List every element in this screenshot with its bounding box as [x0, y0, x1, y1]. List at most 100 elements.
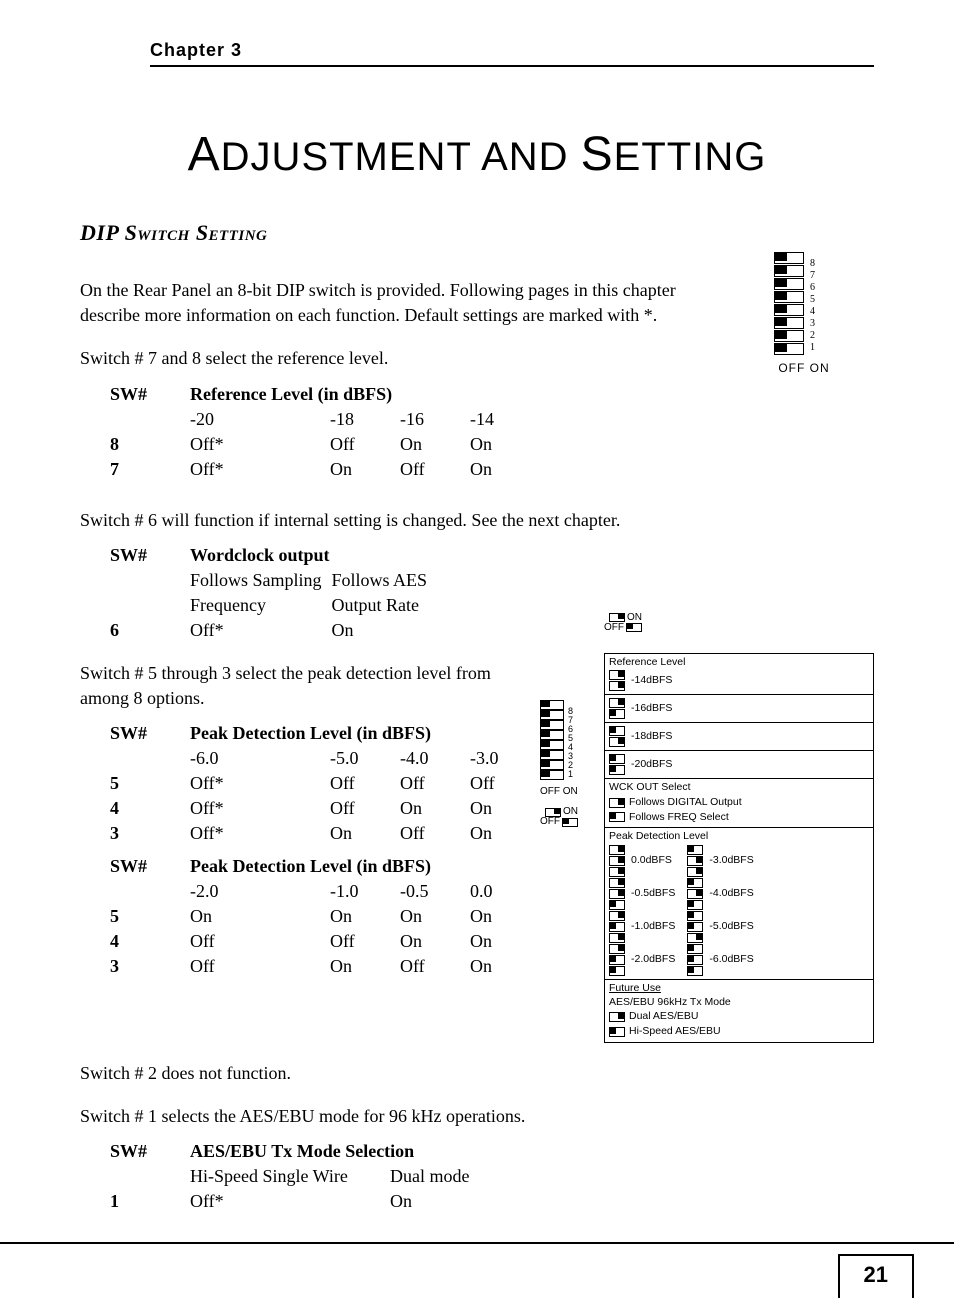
cell: Off* [190, 821, 330, 846]
col: -2.0 [190, 879, 330, 904]
future-use: Future Use [609, 982, 869, 996]
table-reference-level: SW# Reference Level (in dBFS) -20 -18 -1… [110, 382, 540, 482]
pdl-5: -5.0dBFS [709, 920, 753, 934]
table-row: 5 On On On On [110, 904, 540, 929]
col: 0.0 [470, 879, 540, 904]
cell: Off [400, 771, 470, 796]
col-16: -16 [400, 407, 470, 432]
aes-title: AES/EBU 96kHz Tx Mode [609, 996, 869, 1010]
sw1: 1 [110, 1189, 190, 1214]
sw5: 5 [110, 771, 190, 796]
ref-level-title: Reference Level [609, 656, 869, 670]
cell: Off [190, 929, 330, 954]
sw5: 5 [110, 904, 190, 929]
offon-small-label: OFF ON [540, 786, 582, 797]
cell: On [190, 904, 330, 929]
on-label: ON [563, 807, 578, 817]
cell: Off* [190, 796, 330, 821]
sw7: 7 [110, 457, 190, 482]
cell: On [470, 904, 540, 929]
after-table2-text: Switch # 5 through 3 select the peak det… [80, 661, 510, 711]
sw4: 4 [110, 796, 190, 821]
table-peak-detection-a: SW# Peak Detection Level (in dBFS) -6.0 … [110, 721, 540, 846]
wck-digital: Follows DIGITAL Output [629, 796, 742, 810]
th-sw: SW# [110, 721, 190, 746]
title-cap-1: A [188, 128, 221, 181]
cell: Off* [190, 457, 330, 482]
cell: On [330, 904, 400, 929]
on-label: ON [627, 613, 642, 623]
cell: Off [330, 771, 400, 796]
th-sw: SW# [110, 1139, 190, 1164]
page-title: ADJUSTMENT AND SETTING [80, 127, 874, 182]
intro-paragraph-1: On the Rear Panel an 8-bit DIP switch is… [80, 278, 734, 328]
ref-14: -14dBFS [631, 674, 672, 688]
table-row: 3 Off* On Off On [110, 821, 540, 846]
table-peak-detection-b: SW# Peak Detection Level (in dBFS) -2.0 … [110, 854, 540, 979]
title-cap-2: S [581, 128, 614, 181]
cell: On [470, 929, 540, 954]
sw3: 3 [110, 954, 190, 979]
pdl-0: 0.0dBFS [631, 854, 672, 868]
col: -4.0 [400, 746, 470, 771]
cell: Off* [190, 1189, 390, 1214]
pdl-05: -0.5dBFS [631, 887, 675, 901]
after-table3-text-2: Switch # 1 selects the AES/EBU mode for … [80, 1104, 874, 1129]
cell: Off [330, 796, 400, 821]
col-frequency: Frequency [190, 593, 332, 618]
off-label: OFF [604, 623, 624, 633]
dip-switch-diagram: 12345678 [774, 252, 874, 355]
aes-dual: Dual AES/EBU [629, 1010, 698, 1024]
cell: Off [400, 954, 470, 979]
cell: Off* [190, 618, 332, 643]
col-18: -18 [330, 407, 400, 432]
wck-title: WCK OUT Select [609, 781, 869, 795]
col-follows-aes: Follows AES [332, 568, 438, 593]
th-peak: Peak Detection Level (in dBFS) [190, 721, 540, 746]
th-aes: AES/EBU Tx Mode Selection [190, 1139, 479, 1164]
table-row: 1 Off* On [110, 1189, 479, 1214]
cell: On [330, 457, 400, 482]
title-text-1: DJUSTMENT AND [221, 135, 581, 179]
col: -5.0 [330, 746, 400, 771]
table-row: 4 Off Off On On [110, 929, 540, 954]
th-sw: SW# [110, 854, 190, 879]
table-row: 3 Off On Off On [110, 954, 540, 979]
cell: On [470, 954, 540, 979]
reference-legend-box: Reference Level -14dBFS -16dBFS -18dBFS … [604, 653, 874, 1043]
cell: On [390, 1189, 479, 1214]
title-text-2: ETTING [614, 135, 767, 179]
wck-freq: Follows FREQ Select [629, 811, 729, 825]
intro-paragraph-2: Switch # 7 and 8 select the reference le… [80, 346, 734, 371]
section-heading: DIP Switch Setting [80, 220, 874, 246]
sw8: 8 [110, 432, 190, 457]
sw3: 3 [110, 821, 190, 846]
pdl-4: -4.0dBFS [709, 887, 753, 901]
table-aes-mode: SW# AES/EBU Tx Mode Selection Hi-Speed S… [110, 1139, 479, 1214]
table-wordclock: SW# Wordclock output Follows Sampling Fo… [110, 543, 437, 643]
cell: On [400, 904, 470, 929]
th-sw: SW# [110, 382, 190, 407]
sw4: 4 [110, 929, 190, 954]
table-row: 8 Off* Off On On [110, 432, 540, 457]
col-hispeed: Hi-Speed Single Wire [190, 1164, 390, 1189]
pdl-3: -3.0dBFS [709, 854, 753, 868]
col-14: -14 [470, 407, 540, 432]
cell: On [400, 796, 470, 821]
cell: Off* [190, 432, 330, 457]
col-follows-sampling: Follows Sampling [190, 568, 332, 593]
after-table1-text: Switch # 6 will function if internal set… [80, 508, 874, 533]
cell: On [400, 929, 470, 954]
table-row: 5 Off* Off Off Off [110, 771, 540, 796]
table-row: 6 Off* On [110, 618, 437, 643]
th-ref: Reference Level (in dBFS) [190, 382, 540, 407]
col: -3.0 [470, 746, 540, 771]
cell: On [330, 954, 400, 979]
offon-label: OFF ON [734, 361, 874, 375]
cell: On [470, 457, 540, 482]
cell: On [470, 821, 540, 846]
cell: Off* [190, 771, 330, 796]
th-peak: Peak Detection Level (in dBFS) [190, 854, 540, 879]
ref-18: -18dBFS [631, 730, 672, 744]
cell: Off [330, 929, 400, 954]
